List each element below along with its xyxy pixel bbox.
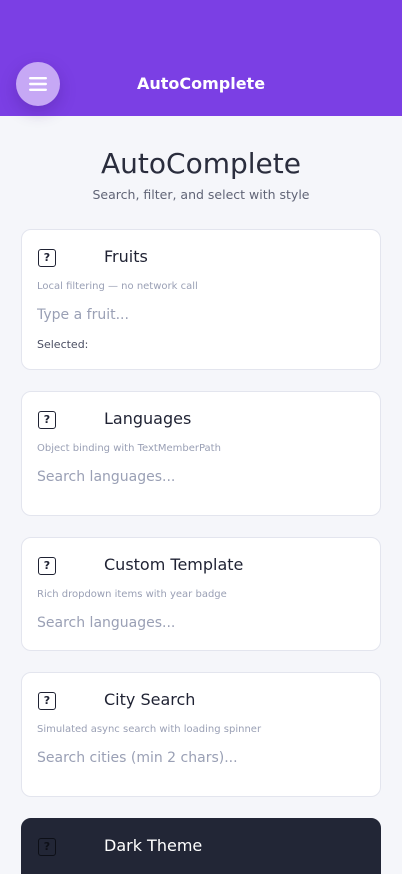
card-title: Dark Theme bbox=[104, 836, 203, 855]
card-title: Fruits bbox=[104, 247, 148, 266]
page-subtitle: Search, filter, and select with style bbox=[92, 187, 310, 202]
card-title: Languages bbox=[104, 409, 192, 428]
selected-label: Selected: bbox=[37, 338, 89, 351]
page-title: AutoComplete bbox=[101, 147, 301, 180]
help-icon: ? bbox=[38, 838, 56, 856]
card-description: Simulated async search with loading spin… bbox=[37, 724, 262, 735]
custom-template-search-input[interactable] bbox=[37, 615, 357, 631]
help-icon: ? bbox=[38, 692, 56, 710]
help-icon: ? bbox=[38, 249, 56, 267]
app-bar-title: AutoComplete bbox=[136, 74, 266, 93]
card-title: Custom Template bbox=[104, 555, 244, 574]
card-languages: ? Languages Object binding with TextMemb… bbox=[21, 391, 381, 516]
card-title: City Search bbox=[104, 690, 196, 709]
card-description: Object binding with TextMemberPath bbox=[37, 443, 221, 454]
help-icon: ? bbox=[38, 411, 56, 429]
card-dark-theme: ? Dark Theme bbox=[21, 818, 381, 874]
fruit-search-input[interactable] bbox=[37, 307, 357, 323]
city-search-input[interactable] bbox=[37, 750, 357, 766]
card-fruits: ? Fruits Local filtering — no network ca… bbox=[21, 229, 381, 370]
app-bar: AutoComplete bbox=[0, 0, 402, 116]
card-description: Rich dropdown items with year badge bbox=[37, 589, 227, 600]
card-custom-template: ? Custom Template Rich dropdown items wi… bbox=[21, 537, 381, 651]
languages-search-input[interactable] bbox=[37, 469, 357, 485]
card-city-search: ? City Search Simulated async search wit… bbox=[21, 672, 381, 797]
card-description: Local filtering — no network call bbox=[37, 281, 198, 292]
help-icon: ? bbox=[38, 557, 56, 575]
